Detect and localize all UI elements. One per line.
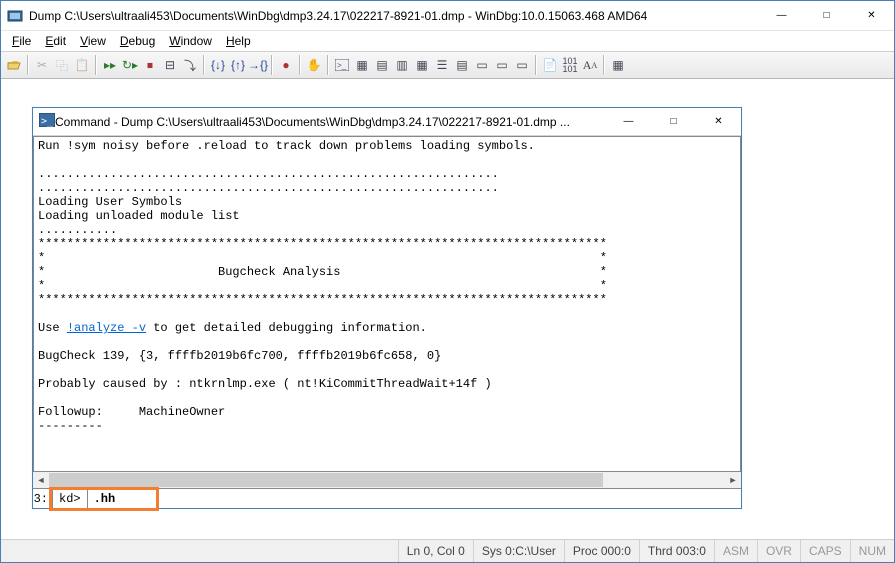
status-ovr: OVR <box>757 540 800 562</box>
cmd-maximize-button[interactable]: □ <box>651 108 696 135</box>
copy-icon[interactable]: ⿻ <box>53 55 71 75</box>
options-icon[interactable]: ▦ <box>609 55 627 75</box>
output-line: * Bugcheck Analysis * <box>38 265 607 279</box>
menubar: File Edit View Debug Window Help <box>1 31 894 51</box>
binary-icon[interactable]: 101101 <box>561 55 579 75</box>
restart-icon[interactable]: ↻▸ <box>121 55 139 75</box>
menu-debug[interactable]: Debug <box>113 32 162 50</box>
command-input-bar: 3: kd> .hh <box>33 488 741 508</box>
output-line: ........... <box>38 223 117 237</box>
command-window-title: Command - Dump C:\Users\ultraali453\Docu… <box>55 115 606 129</box>
output-line: * * <box>38 251 607 265</box>
output-line: ****************************************… <box>38 293 607 307</box>
output-line: Loading unloaded module list <box>38 209 240 223</box>
output-line: ........................................… <box>38 181 499 195</box>
scroll-track[interactable] <box>49 472 725 488</box>
hand-icon[interactable]: ✋ <box>305 55 323 75</box>
memory-window-icon[interactable]: ▦ <box>413 55 431 75</box>
close-button[interactable]: ✕ <box>849 1 894 30</box>
command-window: >_ Command - Dump C:\Users\ultraali453\D… <box>32 107 742 509</box>
status-asm: ASM <box>714 540 757 562</box>
watch-window-icon[interactable]: ▦ <box>353 55 371 75</box>
analyze-link[interactable]: !analyze -v <box>67 321 146 335</box>
output-line: Run !sym noisy before .reload to track d… <box>38 139 535 153</box>
output-line: --------- <box>38 419 103 433</box>
app-icon <box>7 8 23 24</box>
processes-window-icon[interactable]: ▭ <box>493 55 511 75</box>
horizontal-scrollbar[interactable]: ◄ ► <box>33 472 741 488</box>
processor-number: 3: <box>33 489 53 508</box>
window-title: Dump C:\Users\ultraali453\Documents\WinD… <box>29 9 759 23</box>
scroll-left-arrow-icon[interactable]: ◄ <box>33 472 49 488</box>
cut-icon[interactable]: ✂ <box>33 55 51 75</box>
output-line: Use !analyze -v to get detailed debuggin… <box>38 321 427 335</box>
command-icon: >_ <box>39 113 55 130</box>
mdi-client-area: >_ Command - Dump C:\Users\ultraali453\D… <box>1 79 894 539</box>
menu-help[interactable]: Help <box>219 32 258 50</box>
menu-file[interactable]: File <box>5 32 38 50</box>
open-icon[interactable] <box>5 55 23 75</box>
status-caps: CAPS <box>800 540 850 562</box>
source-mode-icon[interactable]: 📄 <box>541 55 559 75</box>
output-line: Loading User Symbols <box>38 195 182 209</box>
svg-text:>_: >_ <box>41 116 54 127</box>
status-proc[interactable]: Proc 000:0 <box>564 540 639 562</box>
cmd-minimize-button[interactable]: — <box>606 108 651 135</box>
run-to-cursor-icon[interactable]: →{} <box>249 55 267 75</box>
disasm-window-icon[interactable]: ▤ <box>453 55 471 75</box>
output-line: ........................................… <box>38 167 499 181</box>
status-num: NUM <box>850 540 894 562</box>
cmd-close-button[interactable]: ✕ <box>696 108 741 135</box>
callstack-window-icon[interactable]: ☰ <box>433 55 451 75</box>
output-line: BugCheck 139, {3, ffffb2019b6fc700, ffff… <box>38 349 441 363</box>
statusbar-icon <box>1 543 17 559</box>
command-input[interactable]: .hh <box>88 489 741 508</box>
go-icon[interactable]: ▸▸ <box>101 55 119 75</box>
paste-icon[interactable]: 📋 <box>73 55 91 75</box>
menu-edit[interactable]: Edit <box>38 32 73 50</box>
output-line: Followup: MachineOwner <box>38 405 225 419</box>
output-line: * * <box>38 279 607 293</box>
statusbar: Ln 0, Col 0 Sys 0:C:\User Proc 000:0 Thr… <box>1 539 894 562</box>
step-into-icon[interactable]: ⤵ <box>181 55 199 75</box>
minimize-button[interactable]: — <box>759 1 804 30</box>
font-icon[interactable]: AA <box>581 55 599 75</box>
menu-window[interactable]: Window <box>162 32 219 50</box>
registers-window-icon[interactable]: ▥ <box>393 55 411 75</box>
status-sys[interactable]: Sys 0:C:\User <box>473 540 564 562</box>
maximize-button[interactable]: □ <box>804 1 849 30</box>
output-line: ****************************************… <box>38 237 607 251</box>
status-thrd[interactable]: Thrd 003:0 <box>639 540 714 562</box>
command-window-icon[interactable]: >_ <box>333 55 351 75</box>
command-titlebar[interactable]: >_ Command - Dump C:\Users\ultraali453\D… <box>33 108 741 136</box>
window-controls: — □ ✕ <box>759 1 894 30</box>
breakpoint-icon[interactable]: ● <box>277 55 295 75</box>
svg-text:>_: >_ <box>337 61 347 70</box>
step-over-icon[interactable]: {↓} <box>209 55 227 75</box>
toolbar: ✂ ⿻ 📋 ▸▸ ↻▸ ⏹ ⊟ ⤵ {↓} {↑} →{} ● ✋ >_ ▦ ▤… <box>1 51 894 79</box>
threads-window-icon[interactable]: ▭ <box>513 55 531 75</box>
stop-icon[interactable]: ⏹ <box>141 55 159 75</box>
menu-view[interactable]: View <box>73 32 113 50</box>
output-line: Probably caused by : ntkrnlmp.exe ( nt!K… <box>38 377 492 391</box>
locals-window-icon[interactable]: ▤ <box>373 55 391 75</box>
command-output[interactable]: Run !sym noisy before .reload to track d… <box>33 136 741 472</box>
scroll-thumb[interactable] <box>49 473 603 487</box>
status-ln-col: Ln 0, Col 0 <box>398 540 473 562</box>
command-prompt: kd> <box>53 489 88 508</box>
break-icon[interactable]: ⊟ <box>161 55 179 75</box>
main-titlebar: Dump C:\Users\ultraali453\Documents\WinD… <box>1 1 894 31</box>
scratch-window-icon[interactable]: ▭ <box>473 55 491 75</box>
step-out-icon[interactable]: {↑} <box>229 55 247 75</box>
scroll-right-arrow-icon[interactable]: ► <box>725 472 741 488</box>
